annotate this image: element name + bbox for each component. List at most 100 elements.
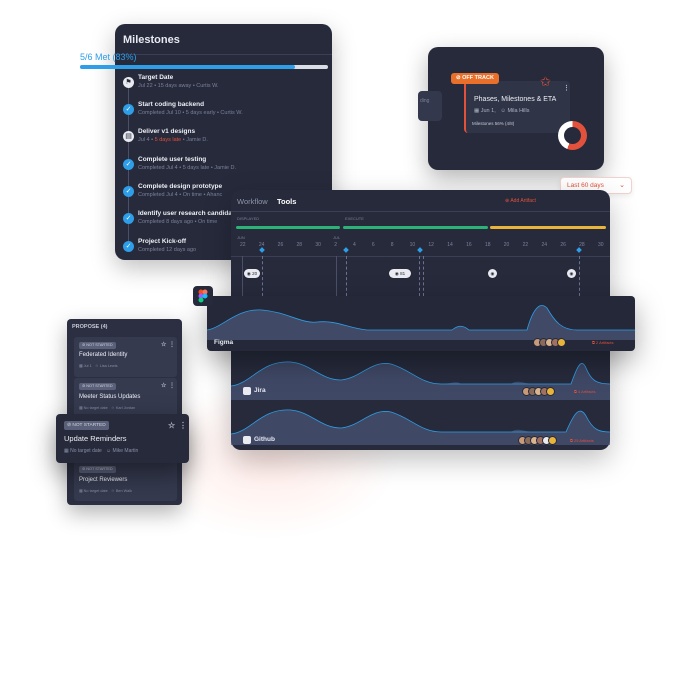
- date-tick: 30: [598, 242, 604, 248]
- phase-date: Jun 1,: [480, 108, 496, 114]
- milestone-subtitle: Jul 22 • 15 days away • Curtis W.: [138, 83, 219, 89]
- grid-line: [423, 256, 424, 296]
- month-label: JUL: [333, 235, 341, 240]
- event-pin[interactable]: ◉ 81: [389, 269, 411, 278]
- month-label: JUN: [237, 235, 245, 240]
- milestone-title: Deliver v1 designs: [138, 128, 196, 135]
- divider: [231, 211, 610, 212]
- date-tick: 10: [409, 242, 416, 248]
- milestones-progress-fill: [80, 65, 295, 69]
- figma-icon: [193, 286, 213, 306]
- avatar-group[interactable]: [533, 338, 573, 348]
- avatar-group[interactable]: [518, 436, 566, 446]
- figma-artifacts-link[interactable]: ⧉ 2 Artifacts: [592, 340, 614, 345]
- check-icon: ✓: [123, 104, 134, 115]
- more-icon[interactable]: ⋮: [169, 341, 175, 348]
- phase-card-meta: ▦ Jun 1, ☺ Mila Hills: [474, 108, 529, 114]
- tool-label-github: Github: [254, 436, 275, 443]
- grid-line: [419, 256, 420, 296]
- milestone-title: Complete design prototype: [138, 183, 223, 190]
- jira-icon: [243, 387, 251, 395]
- ghost-card-text: ding: [420, 98, 430, 104]
- milestones-title: Milestones: [115, 24, 332, 55]
- check-icon: ✓: [123, 213, 134, 224]
- date-tick: 14: [447, 242, 453, 248]
- proposal-date: No target date: [83, 406, 108, 410]
- phase-bar: [236, 226, 340, 229]
- jira-artifacts-link[interactable]: ⧉ 4 Artifacts: [574, 389, 596, 394]
- propose-header: PROPOSE (4): [72, 324, 107, 330]
- plus-circle-icon: ⊕: [505, 198, 510, 204]
- more-icon[interactable]: ⋮: [563, 84, 570, 92]
- status-badge: ⊘ NOT STARTED: [79, 466, 116, 473]
- proposal-owner: Mike Martin: [112, 448, 139, 454]
- milestone-title: Target Date: [138, 74, 174, 81]
- propose-title: PROPOSE: [72, 324, 100, 330]
- date-tick: 2: [334, 242, 337, 248]
- milestone-owner: • Jamie D.: [181, 137, 208, 143]
- phase-milestones: Milestones 56% (4/8): [472, 121, 515, 126]
- late-indicator: 5 days late: [154, 137, 182, 143]
- doc-icon: ▤: [123, 131, 134, 142]
- status-badge: ⊘ NOT STARTED: [79, 383, 116, 390]
- more-icon[interactable]: ⋮: [179, 421, 187, 430]
- date-tick: 16: [466, 242, 472, 248]
- chevron-down-icon: ⌄: [619, 182, 625, 189]
- github-artifacts-link[interactable]: ⧉ 25 Artifacts: [570, 438, 594, 443]
- tab-tools[interactable]: Tools: [277, 197, 296, 206]
- star-icon[interactable]: ☆: [161, 341, 166, 348]
- date-tick: 8: [390, 242, 394, 248]
- date-tick: 18: [484, 242, 491, 248]
- milestone-date: Jul 4 •: [138, 137, 155, 143]
- date-tick: 22: [522, 242, 529, 248]
- more-icon[interactable]: ⋮: [169, 382, 175, 389]
- star-icon[interactable]: ☆: [161, 382, 166, 389]
- event-pin-count: 81: [400, 271, 406, 276]
- add-artifact-button[interactable]: ⊕ Add Artifact: [505, 198, 536, 204]
- event-pin[interactable]: ◉: [567, 269, 576, 278]
- date-tick: 26: [560, 242, 566, 248]
- date-tick: 6: [371, 242, 375, 248]
- milestone-title: Identify user research candidates: [138, 210, 242, 217]
- github-artifacts-count: 25 Artifacts: [573, 438, 594, 443]
- status-badge-label: NOT STARTED: [72, 423, 106, 428]
- milestone-title: Project Kick-off: [138, 238, 187, 245]
- avatar: [548, 436, 557, 445]
- tab-workflow[interactable]: Workflow: [237, 197, 268, 206]
- ghost-card: ding: [418, 91, 442, 121]
- off-track-badge: ⊘ OFF TRACK: [451, 73, 499, 84]
- github-icon: [243, 436, 251, 444]
- star-icon[interactable]: ☆: [168, 421, 175, 430]
- event-pin[interactable]: ◉ 20: [244, 269, 260, 278]
- proposal-name: Meeter Status Updates: [79, 394, 141, 400]
- phase-card-title: Phases, Milestones & ETA: [474, 96, 557, 103]
- milestone-subtitle: Completed 8 days ago • On time: [138, 219, 218, 225]
- check-icon: ✓: [123, 186, 134, 197]
- phase-label: EXECUTE: [345, 216, 364, 221]
- avatar-group[interactable]: [522, 387, 570, 397]
- proposal-meta: ▦ No target date ☺ Karl Jordan: [79, 406, 136, 410]
- add-artifact-label: Add Artifact: [510, 198, 536, 204]
- date-tick: 4: [353, 242, 356, 248]
- grid-line: [262, 256, 263, 296]
- milestone-subtitle: Jul 4 • 5 days late • Jamie D.: [138, 137, 208, 143]
- milestone-title: Complete user testing: [138, 156, 207, 163]
- proposal-date: Jul 1: [83, 364, 92, 368]
- status-badge: ⊘ NOT STARTED: [79, 342, 116, 349]
- avatar: [546, 387, 555, 396]
- grid-line: [579, 256, 580, 296]
- progress-donut: [558, 121, 587, 150]
- date-tick: 28: [296, 242, 303, 248]
- date-tick: 28: [579, 242, 585, 248]
- proposal-meta: ▦ Jul 1 ☺ Lisa Lewis: [79, 364, 118, 368]
- status-badge-label: NOT STARTED: [86, 343, 113, 347]
- star-icon[interactable]: ✩: [540, 74, 551, 90]
- milestone-subtitle: Completed Jul 10 • 5 days early • Curtis…: [138, 110, 243, 116]
- event-pin-count: 20: [252, 271, 258, 276]
- phase-bar: [490, 226, 606, 229]
- event-pin[interactable]: ◉: [488, 269, 497, 278]
- milestone-title: Start coding backend: [138, 101, 205, 108]
- milestones-met-label: 5/6 Met (83%): [80, 52, 137, 62]
- date-tick: 22: [240, 242, 246, 248]
- proposal-owner: Ben Walk: [115, 489, 132, 493]
